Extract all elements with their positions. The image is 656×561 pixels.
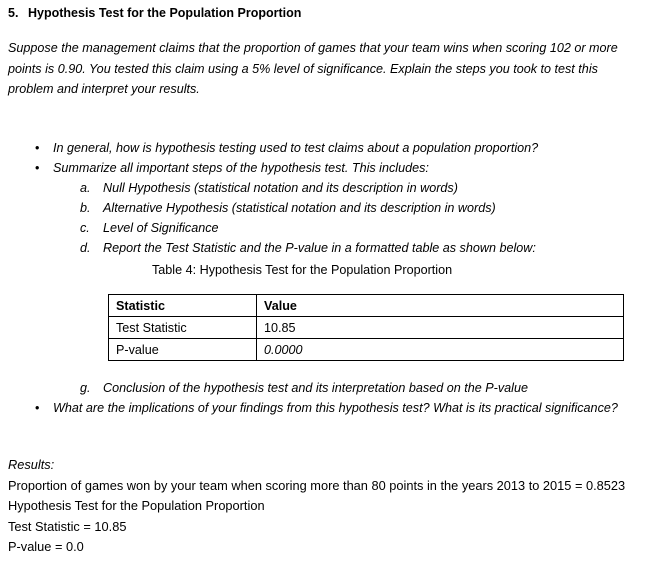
table-row: P-value 0.0000 <box>108 338 624 361</box>
list-item: • In general, how is hypothesis testing … <box>0 138 656 158</box>
column-header-statistic: Statistic <box>108 294 257 317</box>
list-item: g. Conclusion of the hypothesis test and… <box>0 378 656 398</box>
list-item-label: Summarize all important steps of the hyp… <box>53 161 429 175</box>
bullet-icon: • <box>35 401 40 415</box>
list-item-label: Null Hypothesis (statistical notation an… <box>103 181 458 195</box>
list-item: a. Null Hypothesis (statistical notation… <box>0 178 656 198</box>
list-item: b. Alternative Hypothesis (statistical n… <box>0 198 656 218</box>
cell-pvalue-name: P-value <box>108 338 257 361</box>
list-item: • What are the implications of your find… <box>0 398 656 418</box>
results-line: Hypothesis Test for the Population Propo… <box>8 498 265 513</box>
column-header-value: Value <box>256 294 624 317</box>
list-item: d. Report the Test Statistic and the P-v… <box>0 238 656 258</box>
list-marker: g. <box>80 381 91 395</box>
list-marker: d. <box>80 241 91 255</box>
list-item-label: What are the implications of your findin… <box>53 401 618 415</box>
page-title: 5. Hypothesis Test for the Population Pro… <box>8 5 628 21</box>
section-number: 5. <box>8 6 19 20</box>
cell-statistic-name: Test Statistic <box>108 316 257 339</box>
intro-paragraph: Suppose the management claims that the p… <box>8 41 618 96</box>
results-line: P-value = 0.0 <box>8 539 84 554</box>
results-line: Test Statistic = 10.85 <box>8 518 127 534</box>
post-table-list: g. Conclusion of the hypothesis test and… <box>0 378 656 418</box>
table-caption: Table 4: Hypothesis Test for the Populat… <box>152 263 453 277</box>
bullet-icon: • <box>35 141 40 155</box>
results-block: Results: Proportion of games won by your… <box>8 455 648 558</box>
requirements-list: • In general, how is hypothesis testing … <box>0 138 656 258</box>
list-marker: c. <box>80 221 90 235</box>
list-item: c. Level of Significance <box>0 218 656 238</box>
list-marker: a. <box>80 181 91 195</box>
cell-statistic-value: 10.85 <box>256 316 624 339</box>
list-item-label: In general, how is hypothesis testing us… <box>53 141 539 155</box>
results-line: Proportion of games won by your team whe… <box>8 477 626 493</box>
bullet-icon: • <box>35 161 40 175</box>
list-item-label: Report the Test Statistic and the P-valu… <box>103 241 536 255</box>
hypothesis-test-table: Statistic Value Test Statistic 10.85 P-v… <box>108 294 624 361</box>
table-row: Test Statistic 10.85 <box>108 316 624 339</box>
list-item: • Summarize all important steps of the h… <box>0 158 656 178</box>
results-label: Results: <box>8 457 55 472</box>
section-title: Hypothesis Test for the Population Propo… <box>28 6 302 20</box>
list-item-label: Conclusion of the hypothesis test and it… <box>103 381 528 395</box>
cell-pvalue-value: 0.0000 <box>256 338 624 361</box>
document-page: 5. Hypothesis Test for the Population Pro… <box>0 0 656 561</box>
list-item-label: Level of Significance <box>103 221 219 235</box>
list-marker: b. <box>80 201 91 215</box>
table-header-row: Statistic Value <box>108 294 624 317</box>
list-item-label: Alternative Hypothesis (statistical nota… <box>103 201 496 215</box>
